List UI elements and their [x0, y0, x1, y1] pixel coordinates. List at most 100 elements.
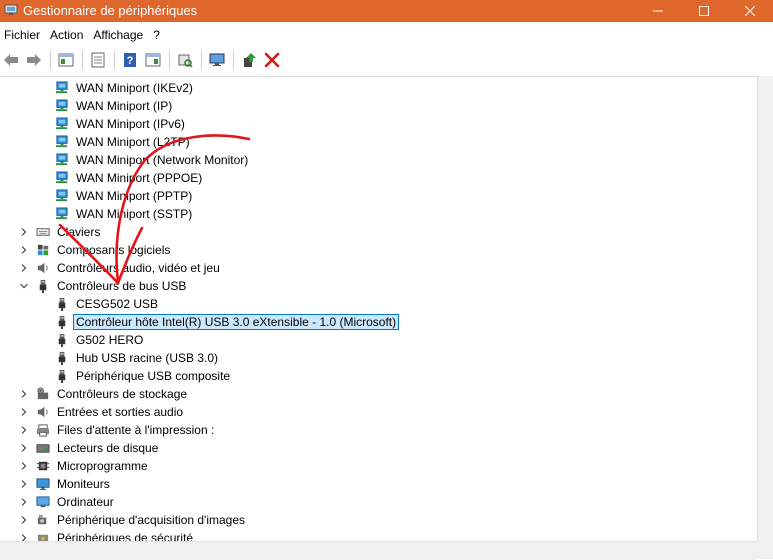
menu-affichage[interactable]: Affichage: [89, 25, 149, 45]
network-adapter-icon: [55, 189, 68, 202]
tree-row-label: CESG502 USB: [76, 297, 159, 311]
tree-row[interactable]: G502 HERO: [0, 331, 757, 349]
toolbar-separator: [114, 50, 115, 70]
tree-row[interactable]: WAN Miniport (SSTP): [0, 205, 757, 223]
toolbar-separator: [201, 50, 202, 70]
menu-fichier[interactable]: Fichier: [0, 25, 46, 45]
scan-hardware-button[interactable]: [174, 49, 196, 71]
chevron-right-icon[interactable]: [18, 478, 30, 490]
chevron-right-icon[interactable]: [18, 406, 30, 418]
tree-row[interactable]: Hub USB racine (USB 3.0): [0, 349, 757, 367]
minimize-icon: [653, 10, 663, 12]
tree-row-label: WAN Miniport (PPTP): [76, 189, 193, 203]
tree-row[interactable]: Composants logiciels: [0, 241, 757, 259]
speaker-icon: [37, 262, 48, 274]
tree-row-label: G502 HERO: [76, 333, 144, 347]
tree-row-label: Entrées et sorties audio: [57, 405, 184, 419]
usb-connector-icon: [58, 369, 66, 383]
properties-button[interactable]: [87, 49, 109, 71]
tree-row-label: Contrôleurs audio, vidéo et jeu: [57, 261, 220, 275]
tree-row[interactable]: Contrôleurs audio, vidéo et jeu: [0, 259, 757, 277]
tree-row[interactable]: Lecteurs de disque: [0, 439, 757, 457]
disk-drive-icon: [36, 444, 50, 453]
network-adapter-icon: [55, 153, 68, 166]
scrollbar-corner: [757, 541, 773, 559]
chevron-right-icon[interactable]: [18, 424, 30, 436]
chevron-right-icon[interactable]: [18, 388, 30, 400]
tree-row[interactable]: Entrées et sorties audio: [0, 403, 757, 421]
uninstall-device-icon: [264, 52, 280, 68]
tree-row-label: WAN Miniport (SSTP): [76, 207, 193, 221]
action-pane-icon: [145, 53, 161, 67]
properties-icon: [91, 52, 105, 68]
horizontal-scrollbar[interactable]: [0, 541, 757, 560]
chevron-right-icon[interactable]: [18, 496, 30, 508]
title-bar: Gestionnaire de périphériques: [0, 0, 773, 22]
maximize-button[interactable]: [681, 0, 727, 22]
tree-row[interactable]: WAN Miniport (Network Monitor): [0, 151, 757, 169]
help-button[interactable]: ?: [119, 49, 141, 71]
tree-row-label: WAN Miniport (PPPOE): [76, 171, 203, 185]
tree-row[interactable]: WAN Miniport (PPTP): [0, 187, 757, 205]
vertical-scrollbar[interactable]: [757, 76, 773, 541]
tree-row[interactable]: WAN Miniport (IKEv2): [0, 79, 757, 97]
tree-row[interactable]: Périphérique USB composite: [0, 367, 757, 385]
tree-row[interactable]: Moniteurs: [0, 475, 757, 493]
chevron-right-icon[interactable]: [18, 514, 30, 526]
tree-row-label: Périphérique d'acquisition d'images: [57, 513, 246, 527]
monitor-button[interactable]: [206, 49, 228, 71]
tree-row-label: WAN Miniport (IKEv2): [76, 81, 193, 95]
tree-row[interactable]: Microprogramme: [0, 457, 757, 475]
chevron-right-icon[interactable]: [18, 442, 30, 454]
tree-row[interactable]: Contrôleurs de stockage: [0, 385, 757, 403]
monitor-icon: [36, 478, 50, 491]
toolbar-separator: [233, 50, 234, 70]
menu-action[interactable]: Action: [46, 25, 89, 45]
chevron-right-icon[interactable]: [18, 244, 30, 256]
toolbar-separator: [169, 50, 170, 70]
firmware-chip-icon: [36, 461, 50, 471]
network-adapter-icon: [55, 135, 68, 148]
usb-connector-icon: [58, 351, 66, 365]
tree-row[interactable]: Périphérique d'acquisition d'images: [0, 511, 757, 529]
tree-row[interactable]: Contrôleurs de bus USB: [0, 277, 757, 295]
console-tree-icon: [58, 53, 74, 67]
device-tree[interactable]: WAN Miniport (IKEv2) WAN Miniport (IP) WAN…: [0, 76, 757, 542]
chevron-right-icon[interactable]: [18, 226, 30, 238]
chevron-right-icon[interactable]: [18, 460, 30, 472]
chevron-right-icon[interactable]: [18, 262, 30, 274]
tree-row-label: WAN Miniport (L2TP): [76, 135, 190, 149]
action-pane-button[interactable]: [142, 49, 164, 71]
tree-row[interactable]: WAN Miniport (PPPOE): [0, 169, 757, 187]
tree-row[interactable]: Claviers: [0, 223, 757, 241]
uninstall-device-button[interactable]: [261, 49, 283, 71]
tree-row-label: Claviers: [57, 225, 101, 239]
tree-row[interactable]: Contrôleur hôte Intel(R) USB 3.0 eXtensi…: [0, 313, 757, 331]
console-tree-button[interactable]: [55, 49, 77, 71]
tree-row-label: Lecteurs de disque: [57, 441, 159, 455]
forward-button[interactable]: [23, 49, 45, 71]
chevron-down-icon[interactable]: [18, 280, 30, 292]
back-button[interactable]: [0, 49, 22, 71]
tree-row-label: Contrôleurs de bus USB: [57, 279, 187, 293]
tree-row[interactable]: CESG502 USB: [0, 295, 757, 313]
computer-icon: [36, 496, 50, 508]
network-adapter-icon: [55, 207, 68, 220]
back-arrow-icon: [4, 54, 18, 66]
menu-help[interactable]: ?: [149, 25, 166, 45]
window-title: Gestionnaire de périphériques: [23, 3, 198, 18]
tree-row[interactable]: WAN Miniport (L2TP): [0, 133, 757, 151]
device-manager-icon: [4, 4, 18, 15]
printer-icon: [36, 424, 50, 437]
tree-row[interactable]: Files d'attente à l'impression :: [0, 421, 757, 439]
usb-connector-icon: [39, 279, 47, 293]
update-driver-button[interactable]: [238, 49, 260, 71]
minimize-button[interactable]: [635, 0, 681, 22]
tree-row[interactable]: Ordinateur: [0, 493, 757, 511]
usb-connector-icon: [58, 297, 66, 311]
update-driver-icon: [244, 53, 256, 67]
toolbar: ?: [0, 47, 773, 73]
close-button[interactable]: [727, 0, 773, 22]
tree-row[interactable]: WAN Miniport (IPv6): [0, 115, 757, 133]
tree-row[interactable]: WAN Miniport (IP): [0, 97, 757, 115]
